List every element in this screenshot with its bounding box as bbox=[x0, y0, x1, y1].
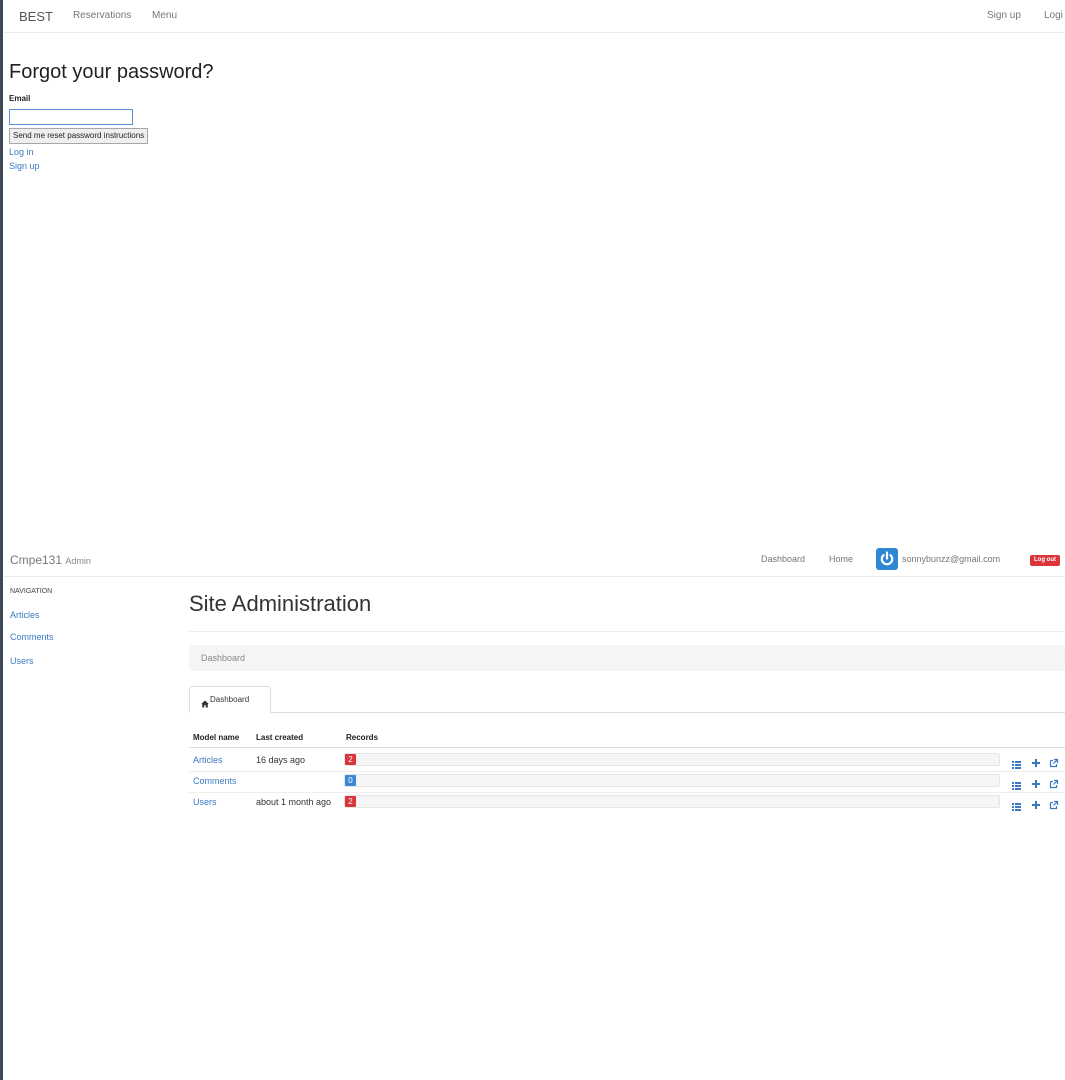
admin-navbar: Cmpe131 Admin Dashboard Home sonnybunzz@… bbox=[3, 543, 1065, 577]
model-link-articles[interactable]: Articles bbox=[193, 755, 223, 765]
last-created: about 1 month ago bbox=[256, 797, 332, 807]
admin-nav-home-link[interactable]: Home bbox=[829, 554, 853, 564]
sidebar-item-users[interactable]: Users bbox=[10, 656, 34, 666]
window-left-edge bbox=[0, 0, 3, 1080]
nav-menu-link[interactable]: Menu bbox=[152, 10, 177, 21]
power-icon[interactable] bbox=[876, 548, 898, 570]
page-title: Site Administration bbox=[189, 591, 372, 616]
logout-button[interactable]: Log out bbox=[1030, 555, 1060, 566]
model-link-comments[interactable]: Comments bbox=[193, 776, 237, 786]
last-created: 16 days ago bbox=[256, 755, 306, 765]
email-field[interactable] bbox=[9, 109, 133, 125]
table-row: Articles 16 days ago 2 bbox=[189, 749, 1065, 771]
user-email[interactable]: sonnybunzz@gmail.com bbox=[902, 554, 1000, 564]
column-header-created: Last created bbox=[256, 733, 304, 742]
tab-dashboard[interactable]: Dashboard bbox=[189, 686, 271, 713]
admin-brand-name: Cmpe131 bbox=[10, 553, 63, 567]
breadcrumb: Dashboard bbox=[189, 645, 1065, 671]
export-icon[interactable] bbox=[1049, 797, 1059, 810]
admin-brand-sub: Admin bbox=[65, 556, 91, 566]
sidebar-heading: NAVIGATION bbox=[10, 588, 53, 595]
nav-signup-link[interactable]: Sign up bbox=[987, 10, 1021, 21]
table-row: Users about 1 month ago 2 bbox=[189, 791, 1065, 813]
tab-dashboard-label: Dashboard bbox=[210, 695, 250, 704]
table-row: Comments 0 bbox=[189, 770, 1065, 792]
records-bar: 2 bbox=[344, 753, 1000, 766]
title-divider bbox=[189, 631, 1065, 632]
plus-icon[interactable] bbox=[1031, 797, 1041, 809]
record-count-badge: 0 bbox=[345, 775, 356, 786]
record-count-badge: 2 bbox=[345, 796, 356, 807]
list-icon[interactable] bbox=[1012, 798, 1021, 811]
model-link-users[interactable]: Users bbox=[193, 797, 217, 807]
list-icon[interactable] bbox=[1012, 777, 1021, 790]
list-icon[interactable] bbox=[1012, 756, 1021, 769]
records-bar: 0 bbox=[344, 774, 1000, 787]
column-header-model: Model name bbox=[193, 733, 240, 742]
records-bar: 2 bbox=[344, 795, 1000, 808]
home-icon bbox=[201, 695, 209, 708]
export-icon[interactable] bbox=[1049, 776, 1059, 789]
nav-login-link[interactable]: Logi bbox=[1044, 10, 1063, 21]
admin-brand-link[interactable]: Cmpe131 Admin bbox=[10, 553, 91, 567]
tabs-divider bbox=[189, 712, 1065, 713]
sidebar-item-articles[interactable]: Articles bbox=[10, 610, 40, 620]
top-navbar: BEST Reservations Menu Sign up Logi bbox=[3, 0, 1065, 33]
table-header-divider bbox=[189, 747, 1065, 748]
admin-nav-dashboard-link[interactable]: Dashboard bbox=[761, 554, 805, 564]
brand-link[interactable]: BEST bbox=[19, 9, 53, 24]
plus-icon[interactable] bbox=[1031, 776, 1041, 788]
signup-link[interactable]: Sign up bbox=[9, 161, 40, 171]
record-count-badge: 2 bbox=[345, 754, 356, 765]
login-link[interactable]: Log in bbox=[9, 147, 34, 157]
export-icon[interactable] bbox=[1049, 755, 1059, 768]
send-reset-instructions-button[interactable]: Send me reset password instructions bbox=[9, 128, 149, 144]
column-header-records: Records bbox=[346, 733, 379, 742]
forgot-password-title: Forgot your password? bbox=[9, 61, 214, 83]
sidebar-item-comments[interactable]: Comments bbox=[10, 632, 54, 642]
nav-reservations-link[interactable]: Reservations bbox=[73, 10, 131, 21]
breadcrumb-item-dashboard[interactable]: Dashboard bbox=[201, 653, 245, 663]
plus-icon[interactable] bbox=[1031, 755, 1041, 767]
email-label: Email bbox=[9, 94, 31, 103]
